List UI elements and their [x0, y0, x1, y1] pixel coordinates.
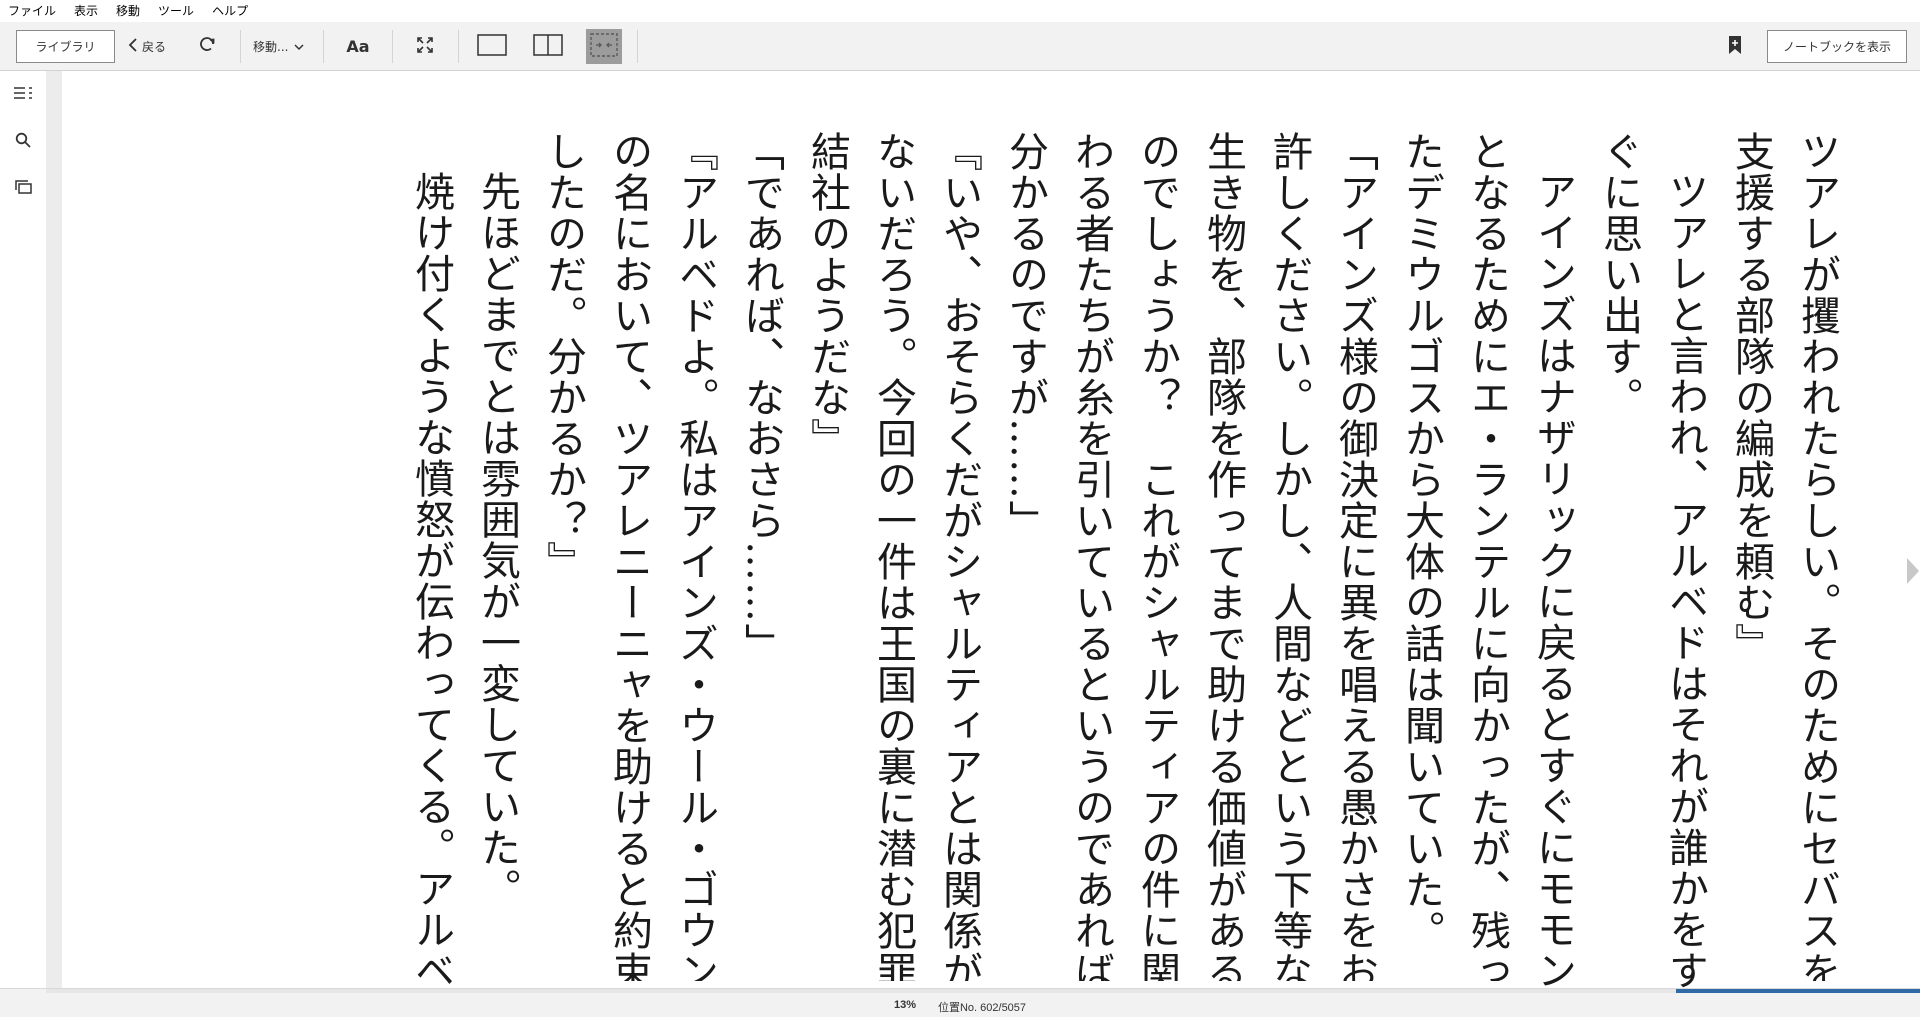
text-line: たデミウルゴスから大体の話は聞いていた。 [1398, 131, 1444, 951]
text-line: 焼け付くような憤怒が伝わってくる。アルベ [408, 171, 454, 988]
text-line: 「アインズ様の御決定に異を唱える愚かさをお [1332, 131, 1378, 981]
toolbar-divider [458, 30, 459, 63]
text-line: 許しください。しかし、人間などという下等な [1266, 131, 1312, 981]
text-line: アインズはナザリックに戻るとすぐにモモン [1530, 171, 1576, 988]
text-line: 「であれば、なおさら……」 [738, 131, 784, 664]
single-column-button[interactable] [474, 30, 510, 63]
chevron-down-icon [294, 40, 304, 54]
menu-tools[interactable]: ツール [149, 0, 203, 22]
menu-file[interactable]: ファイル [0, 0, 65, 22]
text-line: 『アルベドよ。私はアインズ・ウール・ゴウン [672, 131, 718, 981]
text-line: したのだ。分かるか？』 [540, 131, 586, 582]
font-settings-button[interactable]: Aa [342, 30, 374, 63]
search-icon [15, 132, 31, 152]
menu-go[interactable]: 移動 [107, 0, 149, 22]
text-line: 結社のようだな』 [804, 131, 850, 459]
fit-page-icon [590, 33, 618, 60]
back-label: 戻る [142, 40, 167, 54]
flashcards-icon [14, 179, 32, 199]
chevron-left-icon [128, 38, 138, 55]
text-line: ないだろう。今回の一件は王国の裏に潜む犯罪 [870, 131, 916, 981]
toolbar: ライブラリ 戻る 移動... Aa ノートブックを表示 [0, 22, 1920, 71]
text-line: 『いや、おそらくだがシャルティアとは関係が [936, 131, 982, 981]
library-button[interactable]: ライブラリ [16, 30, 115, 63]
next-page-icon [1906, 555, 1920, 591]
toc-icon [13, 85, 33, 105]
bookmark-add-icon [1728, 35, 1742, 58]
bookmark-button[interactable] [1722, 30, 1748, 63]
refresh-icon [198, 36, 216, 57]
reading-page[interactable]: ツアレが攫われたらしい。そのためにセバスを 支援する部隊の編成を頼む』 ツアレと言わ… [62, 71, 1920, 988]
sync-button[interactable] [192, 30, 222, 63]
text-line: ツアレが攫われたらしい。そのためにセバスを [1794, 131, 1840, 981]
toolbar-divider [323, 30, 324, 63]
page-gutter [46, 71, 62, 988]
text-line: の名において、ツアレニーニャを助けると約束 [606, 131, 652, 981]
fullscreen-icon [416, 36, 434, 57]
left-rail [0, 71, 46, 991]
toolbar-divider [637, 30, 638, 63]
reading-progress-bar[interactable] [46, 989, 1920, 993]
flashcards-button[interactable] [10, 176, 36, 202]
text-line: のでしょうか？ これがシャルティアの件に関 [1134, 131, 1180, 981]
search-button[interactable] [10, 129, 36, 155]
goto-label: 移動... [253, 40, 289, 54]
goto-dropdown[interactable]: 移動... [253, 30, 304, 63]
status-text: 13% 位置No. 602/5057 [0, 999, 1920, 1015]
two-column-button[interactable] [530, 30, 566, 63]
fit-page-button[interactable] [586, 29, 622, 64]
menu-view[interactable]: 表示 [65, 0, 107, 22]
next-page-button[interactable] [1904, 553, 1920, 593]
progress-percent: 13% [893, 999, 916, 1011]
toc-button[interactable] [10, 82, 36, 108]
text-line: 生き物を、部隊を作ってまで助ける価値がある [1200, 131, 1246, 981]
text-line: 先ほどまでとは雰囲気が一変していた。 [474, 171, 520, 909]
two-page-icon [533, 34, 563, 59]
text-line: となるためにエ・ランテルに向かったが、残っ [1464, 131, 1510, 981]
kindle-reader-window: ファイル 表示 移動 ツール ヘルプ ライブラリ 戻る 移動... Aa ノート… [0, 0, 1920, 1017]
status-bar: 13% 位置No. 602/5057 [0, 988, 1920, 1017]
back-button[interactable]: 戻る [128, 30, 166, 63]
text-line: 支援する部隊の編成を頼む』 [1728, 131, 1774, 664]
fullscreen-button[interactable] [409, 30, 441, 63]
menu-bar: ファイル 表示 移動 ツール ヘルプ [0, 0, 1920, 22]
text-line: 分かるのですが……」 [1002, 131, 1048, 541]
location-indicator: 位置No. 602/5057 [937, 1002, 1027, 1014]
toolbar-divider [240, 30, 241, 63]
reading-progress-fill [1676, 989, 1920, 993]
show-notebook-button[interactable]: ノートブックを表示 [1767, 30, 1907, 63]
text-line: わる者たちが糸を引いているというのであれば [1068, 131, 1114, 981]
toolbar-divider [392, 30, 393, 63]
text-line: ぐに思い出す。 [1596, 131, 1642, 418]
single-page-icon [477, 34, 507, 59]
text-line: ツアレと言われ、アルベドはそれが誰かをす [1662, 171, 1708, 988]
menu-help[interactable]: ヘルプ [203, 0, 257, 22]
